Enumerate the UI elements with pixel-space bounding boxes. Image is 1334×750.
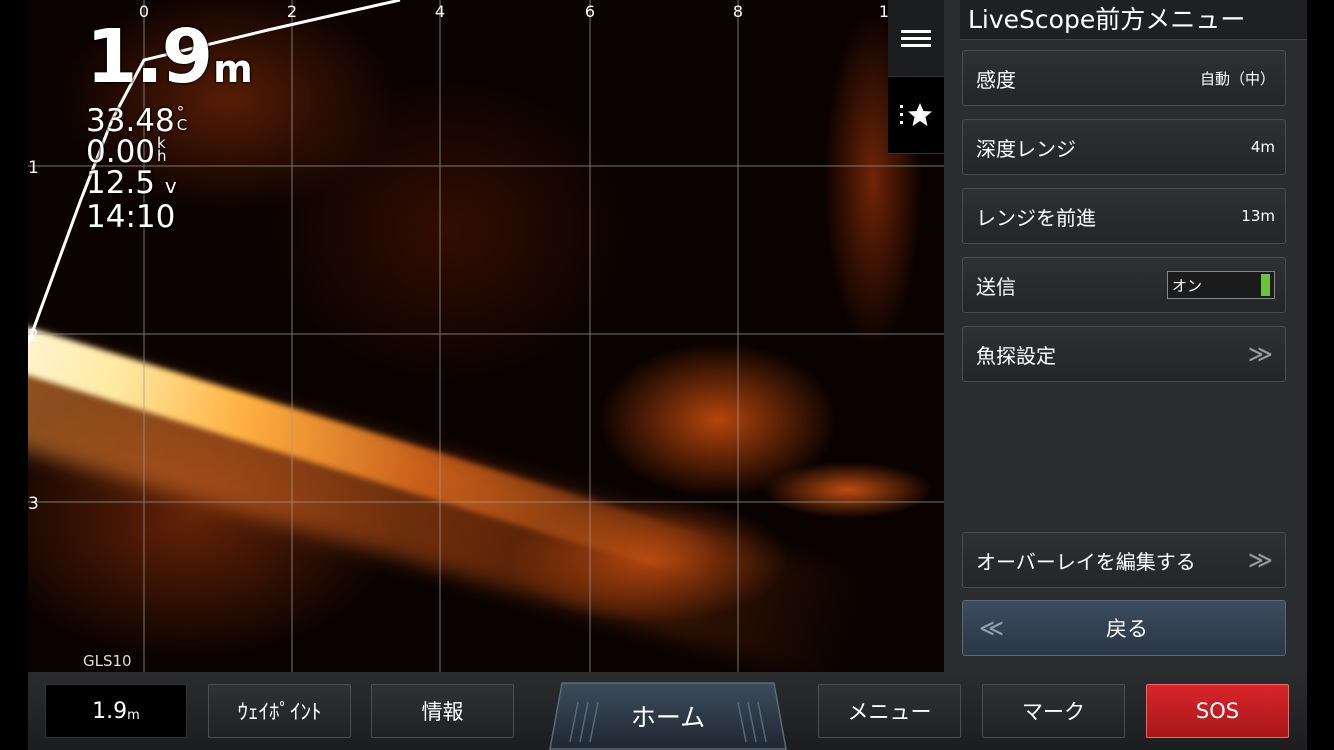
waypoint-button[interactable]: ｳｪｲﾎﾟｲﾝﾄ — [208, 684, 351, 738]
menu-item-label: 送信 — [976, 274, 1016, 299]
voltage-unit: v — [164, 174, 177, 198]
tool-strip — [888, 0, 944, 154]
chevron-right-double-icon: ≫ — [1247, 340, 1273, 368]
hamburger-icon — [901, 30, 931, 47]
menu-item-sensitivity[interactable]: 感度 自動（中） — [962, 50, 1286, 106]
waypoint-label: ｳｪｲﾎﾟｲﾝﾄ — [237, 700, 322, 724]
voltage-value: 12.5 — [86, 165, 156, 201]
y-tick: 2 — [28, 326, 39, 346]
toggle-state: オン — [1172, 276, 1203, 295]
depth-readout: 1.9m — [86, 20, 253, 106]
bottom-depth-unit: m — [127, 707, 140, 723]
menu-item-depth-range[interactable]: 深度レンジ 4m — [962, 119, 1286, 175]
menu-item-label: 魚探設定 — [976, 343, 1056, 368]
menu-item-label: レンジを前進 — [976, 205, 1096, 230]
bottom-bar: 1.9 m ｳｪｲﾎﾟｲﾝﾄ 情報 ホーム メニュー マーク SOS — [28, 672, 1307, 750]
voltage-readout: 12.5 v — [86, 168, 251, 202]
chevron-left-double-icon: ≪ — [979, 614, 1004, 642]
menu-button[interactable]: メニュー — [818, 684, 961, 738]
depth-unit: m — [213, 47, 253, 91]
x-tick: 4 — [434, 2, 446, 21]
transducer-label: GLS10 — [83, 652, 132, 670]
y-tick: 1 — [28, 158, 39, 178]
speed-unit-bottom: h — [157, 147, 167, 165]
menu-item-forward-range[interactable]: レンジを前進 13m — [962, 188, 1286, 244]
mark-button[interactable]: マーク — [982, 684, 1125, 738]
x-tick: 8 — [732, 2, 744, 21]
time-readout: 14:10 — [86, 199, 176, 235]
x-tick: 2 — [286, 2, 298, 21]
toggle-on-indicator — [1261, 274, 1270, 296]
left-bezel — [0, 0, 28, 750]
menu-label: メニュー — [847, 700, 932, 724]
chevron-right-double-icon: ≫ — [1247, 546, 1273, 574]
edit-overlay-button[interactable]: オーバーレイを編集する ≫ — [962, 532, 1286, 588]
favorites-button[interactable] — [888, 77, 944, 154]
speed-readout: 0.00 k h — [86, 136, 251, 168]
water-temp-readout: 33.48 ° C — [86, 105, 251, 137]
info-label: 情報 — [421, 700, 464, 724]
data-overlay[interactable]: 1.9m 33.48 ° C 0.00 k h 12.5 v 14:10 — [86, 20, 253, 235]
sos-button[interactable]: SOS — [1146, 684, 1289, 738]
menu-panel: LiveScope前方メニュー 感度 自動（中） 深度レンジ 4m レンジを前進… — [944, 0, 1310, 672]
favorites-star-icon — [900, 103, 932, 126]
bottom-depth-value: 1.9 — [92, 698, 128, 724]
menu-item-label: オーバーレイを編集する — [976, 549, 1196, 574]
menu-item-label: 感度 — [976, 67, 1016, 92]
menu-item-transmit[interactable]: 送信 オン — [962, 257, 1286, 313]
menu-item-value: 4m — [1250, 138, 1275, 156]
mark-label: マーク — [1022, 700, 1085, 724]
depth-value: 1.9 — [86, 14, 213, 100]
depth-gauge-button[interactable]: 1.9 m — [45, 684, 187, 738]
home-button[interactable]: ホーム — [548, 682, 788, 750]
y-tick: 3 — [28, 494, 39, 514]
home-label: ホーム — [630, 703, 706, 732]
back-button[interactable]: ≪ 戻る — [962, 600, 1286, 656]
x-tick: 6 — [584, 2, 596, 21]
right-bezel — [1307, 0, 1334, 750]
menu-item-value: 13m — [1241, 207, 1275, 225]
transmit-toggle[interactable]: オン — [1167, 271, 1275, 299]
menu-title: LiveScope前方メニュー — [960, 0, 1310, 40]
back-label: 戻る — [1106, 617, 1148, 641]
menu-item-sonar-setup[interactable]: 魚探設定 ≫ — [962, 326, 1286, 382]
menu-item-label: 深度レンジ — [976, 136, 1076, 161]
menu-item-value: 自動（中） — [1199, 69, 1275, 88]
info-button[interactable]: 情報 — [371, 684, 514, 738]
temp-unit-bottom: C — [176, 116, 188, 134]
sos-label: SOS — [1195, 699, 1240, 723]
main-menu-button[interactable] — [888, 0, 944, 77]
